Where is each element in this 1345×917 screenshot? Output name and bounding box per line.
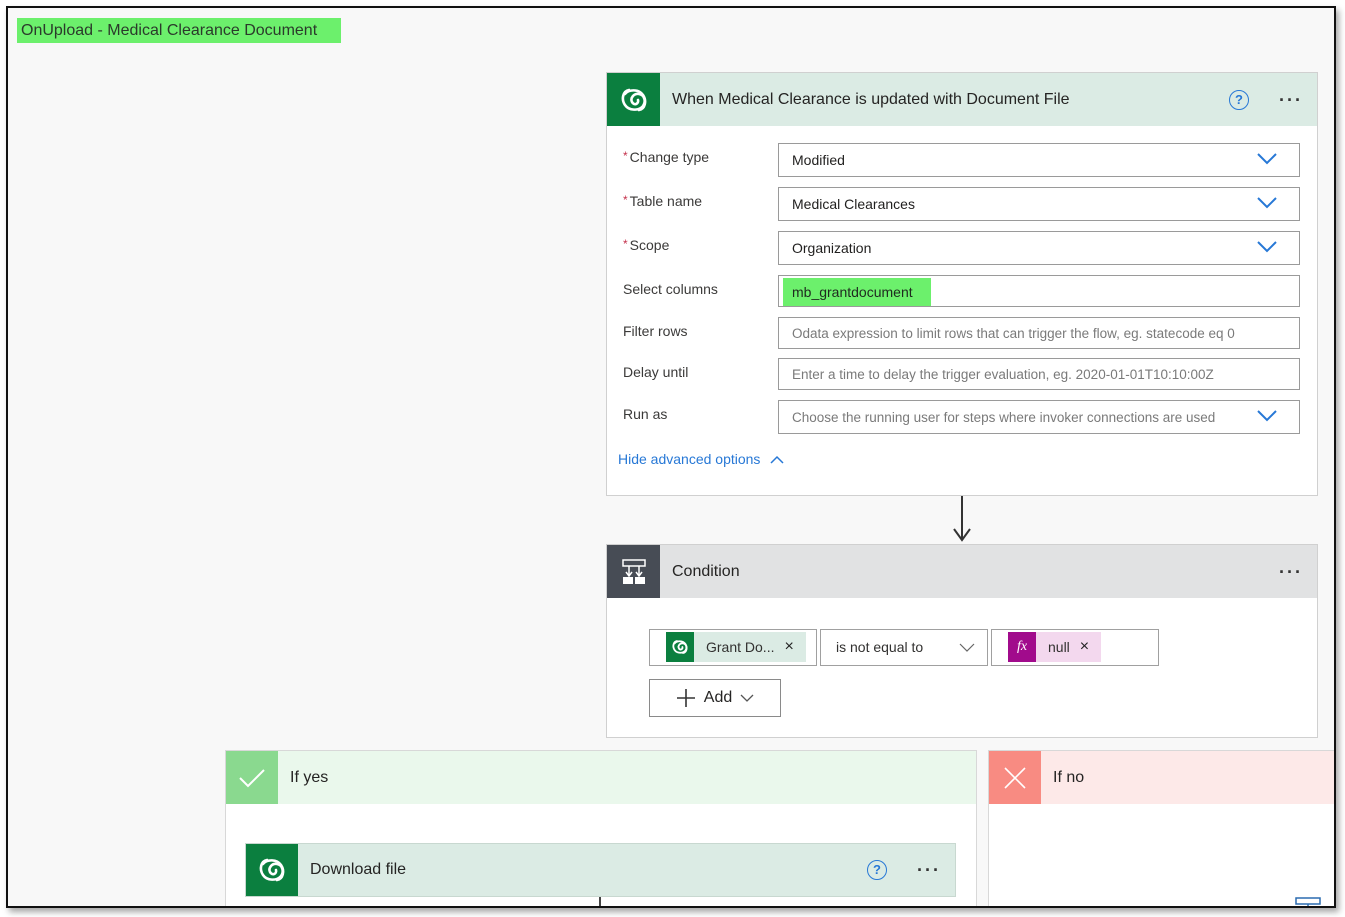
- add-label: Add: [703, 689, 733, 706]
- left-operand-field[interactable]: Grant Do... ×: [649, 629, 817, 666]
- table-name-value: Medical Clearances: [792, 196, 915, 212]
- field-label: * Change type: [623, 149, 709, 165]
- field-table-name: * Table name Medical Clearances: [607, 187, 1317, 221]
- arrow-down-icon: [953, 528, 971, 542]
- if-yes-branch: If yes Download file ? ···: [225, 750, 977, 906]
- field-run-as: Run as Choose the running user for steps…: [607, 400, 1317, 434]
- change-type-dropdown[interactable]: Modified: [778, 143, 1300, 177]
- select-columns-value: mb_grantdocument: [783, 278, 931, 306]
- required-marker: *: [623, 149, 628, 163]
- chevron-down-icon: [1257, 241, 1277, 253]
- left-operand-token[interactable]: Grant Do... ×: [666, 632, 806, 662]
- field-label: Delay until: [623, 364, 689, 380]
- condition-card: Condition ··· Grant Do... × is not equal…: [606, 544, 1318, 738]
- field-scope: * Scope Organization: [607, 231, 1317, 265]
- download-file-card[interactable]: Download file ? ···: [245, 843, 956, 897]
- if-no-label: If no: [1053, 768, 1085, 786]
- trigger-header[interactable]: When Medical Clearance is updated with D…: [607, 73, 1317, 126]
- field-label: Filter rows: [623, 323, 688, 339]
- close-icon: [989, 751, 1041, 804]
- chevron-down-icon: [959, 643, 975, 652]
- required-marker: *: [623, 193, 628, 207]
- field-select-columns: Select columns mb_grantdocument: [607, 275, 1317, 309]
- delay-until-input[interactable]: Enter a time to delay the trigger evalua…: [778, 358, 1300, 390]
- field-delay-until: Delay until Enter a time to delay the tr…: [607, 358, 1317, 392]
- required-marker: *: [623, 237, 628, 251]
- help-icon[interactable]: ?: [1229, 89, 1250, 110]
- condition-icon: [607, 545, 660, 598]
- hide-advanced-options-link[interactable]: Hide advanced options: [618, 451, 784, 467]
- add-condition-button[interactable]: Add: [649, 679, 781, 717]
- more-options-icon[interactable]: ···: [1279, 91, 1303, 109]
- dataverse-icon: [666, 632, 694, 662]
- change-type-value: Modified: [792, 152, 845, 168]
- table-name-dropdown[interactable]: Medical Clearances: [778, 187, 1300, 221]
- more-options-icon[interactable]: ···: [1279, 563, 1303, 581]
- flow-title[interactable]: OnUpload - Medical Clearance Document: [17, 18, 341, 43]
- if-no-branch: If no: [988, 750, 1334, 906]
- field-label: Run as: [623, 406, 668, 422]
- condition-row: Grant Do... × is not equal to fx null ×: [649, 629, 1159, 666]
- connector-line: [599, 897, 601, 906]
- dataverse-icon: [607, 73, 660, 126]
- filter-rows-placeholder: Odata expression to limit rows that can …: [792, 326, 1235, 341]
- field-label-text: Change type: [629, 149, 710, 165]
- right-operand-token[interactable]: fx null ×: [1008, 632, 1102, 662]
- field-label-text: Scope: [629, 237, 670, 253]
- trigger-title: When Medical Clearance is updated with D…: [672, 90, 1070, 108]
- field-label: Select columns: [623, 281, 718, 297]
- field-filter-rows: Filter rows Odata expression to limit ro…: [607, 317, 1317, 351]
- left-operand-label: Grant Do...: [706, 639, 775, 655]
- condition-title: Condition: [672, 562, 740, 580]
- scope-value: Organization: [792, 240, 872, 256]
- flow-canvas: OnUpload - Medical Clearance Document Wh…: [6, 6, 1336, 908]
- chevron-down-icon: [1257, 153, 1277, 165]
- field-label: * Scope: [623, 237, 669, 253]
- field-change-type: * Change type Modified: [607, 143, 1317, 177]
- plus-icon: [676, 689, 695, 707]
- remove-token-icon[interactable]: ×: [784, 632, 793, 662]
- condition-header[interactable]: Condition ···: [607, 545, 1317, 598]
- right-operand-field[interactable]: fx null ×: [991, 629, 1159, 666]
- if-yes-header[interactable]: If yes: [226, 751, 976, 804]
- advanced-link-label: Hide advanced options: [618, 451, 761, 467]
- filter-rows-input[interactable]: Odata expression to limit rows that can …: [778, 317, 1300, 349]
- download-file-title: Download file: [310, 861, 407, 878]
- field-label-text: Table name: [629, 193, 703, 209]
- scope-dropdown[interactable]: Organization: [778, 231, 1300, 265]
- dataverse-icon: [246, 844, 298, 896]
- chevron-down-icon: [1257, 197, 1277, 209]
- help-icon[interactable]: ?: [867, 860, 888, 880]
- operator-dropdown[interactable]: is not equal to: [820, 629, 988, 666]
- run-as-placeholder: Choose the running user for steps where …: [792, 410, 1216, 425]
- more-options-icon[interactable]: ···: [917, 861, 941, 879]
- chevron-down-icon: [1257, 410, 1277, 422]
- fx-icon: fx: [1008, 632, 1036, 662]
- right-operand-label: null: [1048, 639, 1070, 655]
- trigger-card: When Medical Clearance is updated with D…: [606, 72, 1318, 496]
- if-yes-label: If yes: [290, 768, 329, 786]
- chevron-up-icon: [770, 455, 784, 464]
- run-as-dropdown[interactable]: Choose the running user for steps where …: [778, 400, 1300, 434]
- checkmark-icon: [226, 751, 278, 804]
- condition-icon: [1295, 897, 1321, 906]
- remove-token-icon[interactable]: ×: [1080, 632, 1089, 662]
- if-no-header[interactable]: If no: [989, 751, 1334, 804]
- delay-until-placeholder: Enter a time to delay the trigger evalua…: [792, 367, 1214, 382]
- chevron-down-icon: [740, 694, 754, 702]
- operator-value: is not equal to: [836, 639, 924, 655]
- select-columns-input[interactable]: mb_grantdocument: [778, 275, 1300, 307]
- field-label: * Table name: [623, 193, 702, 209]
